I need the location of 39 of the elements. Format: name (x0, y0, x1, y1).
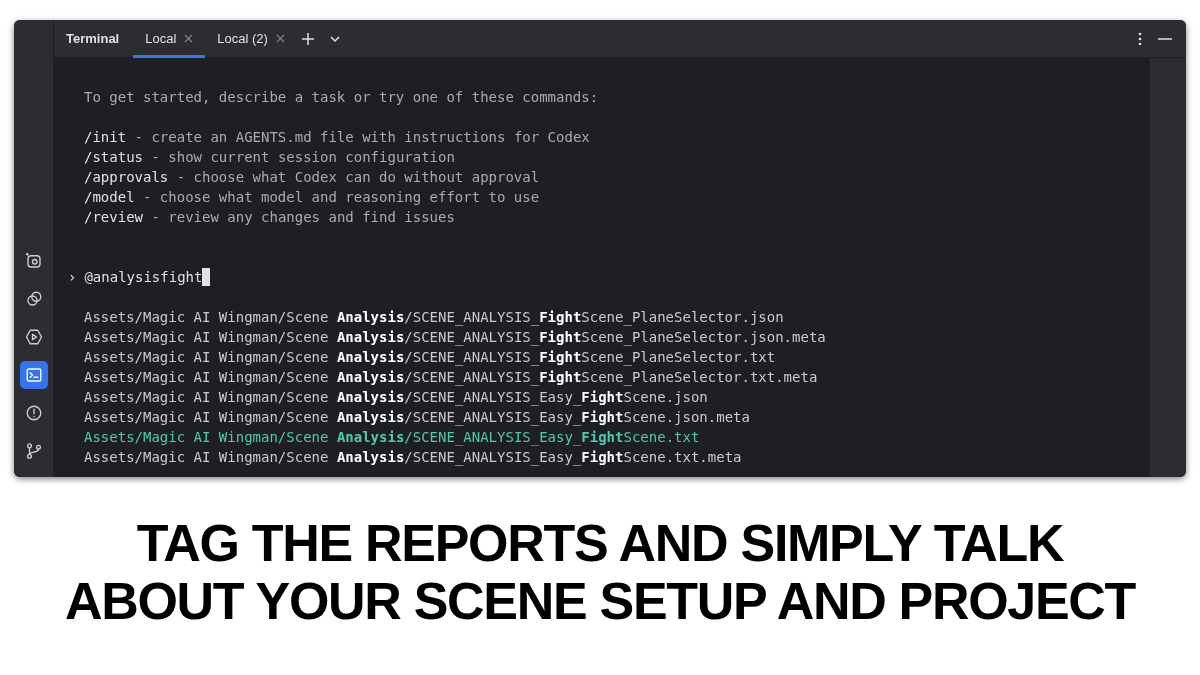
command-description: - show current session configuration (150, 148, 455, 167)
intro-line: To get started, describe a task or try one of these commands: (84, 88, 599, 107)
sidebar-tool-button[interactable] (19, 361, 48, 389)
file-suggestion[interactable]: Assets/Magic AI Wingman/Scene Analysis/SCENE_ANALYSIS_Easy_FightScene.txt.meta (84, 447, 742, 467)
command-name: /model (84, 188, 135, 207)
terminal-tab[interactable]: Local (133, 20, 206, 58)
prompt-symbol: › (68, 268, 77, 287)
command-name: /review (84, 208, 143, 227)
file-suggestion[interactable]: Assets/Magic AI Wingman/Scene Analysis/SCENE_ANALYSIS_FightScene_PlaneSelector.txt.meta (84, 367, 818, 387)
overlapping-circles-icon (24, 290, 43, 308)
command-name: /approvals (84, 168, 169, 187)
command-description: - review any changes and find issues (150, 208, 455, 227)
command-name: /init (84, 128, 127, 147)
file-suggestion[interactable]: Assets/Magic AI Wingman/Scene Analysis/SCENE_ANALYSIS_Easy_FightScene.json (84, 387, 708, 407)
more-options-icon[interactable] (1138, 31, 1142, 46)
tool-window-title: Terminal (66, 29, 120, 48)
close-icon[interactable] (184, 34, 194, 43)
command-description: - create an AGENTS.md file with instructions for Codex (133, 128, 590, 147)
terminal-icon (24, 366, 43, 384)
file-suggestion[interactable]: Assets/Magic AI Wingman/Scene Analysis/SCENE_ANALYSIS_FightScene_PlaneSelector.json.meta (84, 327, 826, 347)
file-suggestion[interactable]: Assets/Magic AI Wingman/Scene Analysis/SCENE_ANALYSIS_Easy_FightScene.txt (84, 427, 700, 447)
sparkle-camera-icon (24, 252, 43, 270)
warning-icon (24, 404, 43, 422)
play-icon (24, 328, 43, 346)
file-suggestion[interactable]: Assets/Magic AI Wingman/Scene Analysis/SCENE_ANALYSIS_FightScene_PlaneSelector.json (84, 307, 784, 327)
prompt-input[interactable]: @analysisfight (84, 267, 203, 287)
file-suggestion[interactable]: Assets/Magic AI Wingman/Scene Analysis/SCENE_ANALYSIS_FightScene_PlaneSelector.txt (84, 347, 776, 367)
caption-line: TAG THE REPORTS AND SIMPLY TALK (136, 514, 1064, 572)
branch-icon (24, 442, 43, 460)
command-name: /status (84, 148, 143, 167)
terminal-tab[interactable]: Local (2) (205, 20, 297, 58)
close-icon[interactable] (275, 34, 285, 43)
command-description: - choose what Codex can do without approval (175, 168, 540, 187)
file-suggestion[interactable]: Assets/Magic AI Wingman/Scene Analysis/SCENE_ANALYSIS_Easy_FightScene.json.meta (84, 407, 750, 427)
plus-icon[interactable] (300, 31, 315, 46)
caption-line: ABOUT YOUR SCENE SETUP AND PROJECT (64, 572, 1136, 630)
command-description: - choose what model and reasoning effort to use (142, 188, 540, 207)
minimize-icon[interactable] (1158, 37, 1172, 40)
text-cursor (202, 268, 211, 286)
